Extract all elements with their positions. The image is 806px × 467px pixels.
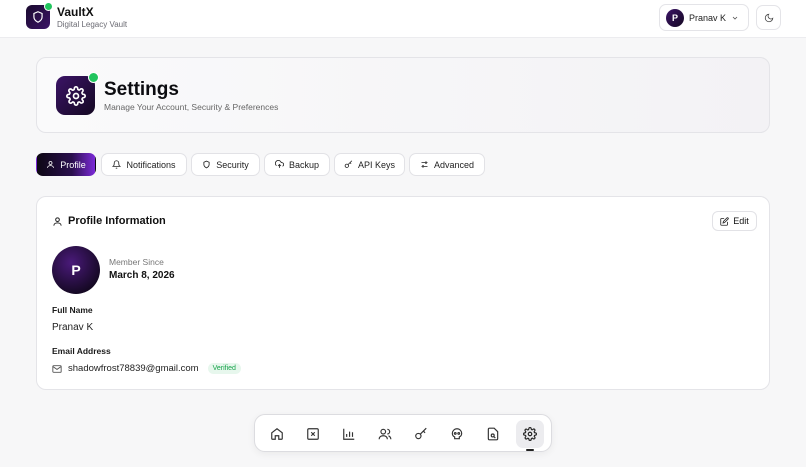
tab-advanced[interactable]: Advanced bbox=[409, 153, 485, 176]
edit-icon bbox=[720, 216, 729, 226]
section-title: Profile Information bbox=[68, 215, 166, 227]
status-indicator bbox=[88, 72, 99, 83]
bar-chart-icon bbox=[343, 428, 355, 440]
dock-item-users[interactable] bbox=[371, 420, 399, 448]
email-row: shadowfrost78839@gmail.com Verified bbox=[52, 363, 241, 374]
file-search-icon bbox=[487, 427, 499, 441]
edit-profile-button[interactable]: Edit bbox=[712, 211, 757, 231]
email-value: shadowfrost78839@gmail.com bbox=[68, 363, 199, 374]
top-bar: VaultX Digital Legacy Vault P Pranav K bbox=[0, 0, 806, 38]
tab-label: Security bbox=[216, 159, 249, 170]
home-icon bbox=[271, 428, 283, 440]
tab-backup[interactable]: Backup bbox=[264, 153, 330, 176]
users-icon bbox=[378, 428, 392, 440]
key-icon bbox=[415, 427, 427, 440]
tab-api-keys[interactable]: API Keys bbox=[334, 153, 405, 176]
tab-notifications[interactable]: Notifications bbox=[101, 153, 187, 176]
dock-item-legacy[interactable] bbox=[443, 420, 471, 448]
user-name: Pranav K bbox=[689, 12, 727, 23]
dock-item-documents[interactable] bbox=[479, 420, 507, 448]
bottom-dock bbox=[254, 414, 552, 452]
profile-information-card: Profile Information Edit P Member Since … bbox=[36, 196, 770, 390]
user-icon bbox=[53, 217, 62, 226]
tab-label: Profile bbox=[60, 159, 86, 170]
tab-label: Advanced bbox=[433, 159, 475, 170]
member-since-value: March 8, 2026 bbox=[109, 270, 175, 281]
gear-icon bbox=[523, 427, 537, 441]
user-icon bbox=[47, 161, 55, 168]
shield-icon bbox=[33, 11, 43, 23]
user-avatar: P bbox=[666, 8, 684, 27]
tab-profile[interactable]: Profile bbox=[36, 153, 96, 176]
dock-item-keys[interactable] bbox=[407, 420, 435, 448]
tab-label: Notifications bbox=[126, 159, 176, 170]
dock-item-home[interactable] bbox=[263, 420, 291, 448]
tab-label: API Keys bbox=[357, 159, 395, 170]
dock-item-analytics[interactable] bbox=[335, 420, 363, 448]
settings-header-card: Settings Manage Your Account, Security &… bbox=[36, 57, 770, 133]
edit-label: Edit bbox=[733, 216, 749, 226]
full-name-label: Full Name bbox=[52, 305, 93, 315]
page-subtitle: Manage Your Account, Security & Preferen… bbox=[104, 102, 279, 112]
app-name: VaultX bbox=[57, 5, 94, 19]
app-tagline: Digital Legacy Vault bbox=[57, 20, 128, 29]
moon-icon bbox=[764, 13, 773, 22]
user-menu-button[interactable]: P Pranav K bbox=[659, 4, 749, 31]
settings-header-icon bbox=[56, 72, 99, 115]
full-name-value: Pranav K bbox=[52, 322, 94, 333]
sliders-icon bbox=[421, 161, 428, 168]
page-title: Settings bbox=[104, 79, 179, 100]
member-since-label: Member Since bbox=[109, 257, 164, 267]
verified-badge: Verified bbox=[207, 363, 241, 374]
x-square-icon bbox=[307, 428, 319, 440]
mail-icon bbox=[52, 364, 62, 373]
tab-security[interactable]: Security bbox=[191, 153, 260, 176]
skull-icon bbox=[451, 428, 463, 440]
theme-toggle-button[interactable] bbox=[756, 5, 781, 30]
bell-icon bbox=[112, 160, 122, 169]
app-logo[interactable] bbox=[26, 2, 53, 29]
key-icon bbox=[344, 160, 353, 168]
dock-item-x-square[interactable] bbox=[299, 420, 327, 448]
tab-label: Backup bbox=[288, 159, 320, 170]
email-label: Email Address bbox=[52, 346, 111, 356]
gear-icon bbox=[65, 85, 86, 106]
chevron-down-icon bbox=[732, 16, 738, 20]
online-indicator bbox=[44, 2, 53, 11]
dock-item-settings[interactable] bbox=[516, 420, 544, 451]
cloud-upload-icon bbox=[274, 160, 284, 168]
profile-avatar: P bbox=[52, 246, 100, 294]
shield-icon bbox=[203, 160, 210, 169]
